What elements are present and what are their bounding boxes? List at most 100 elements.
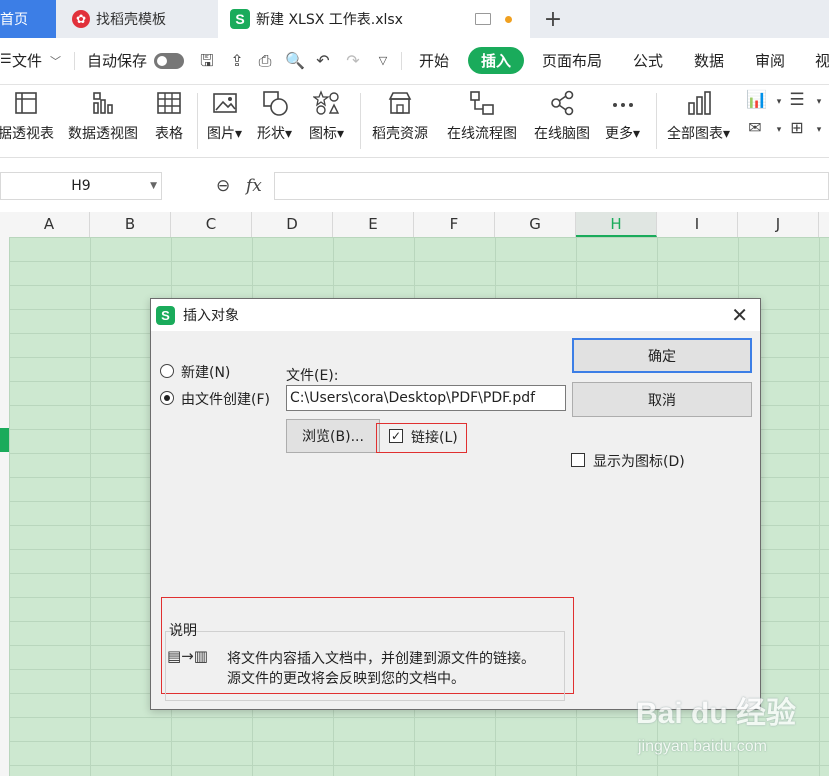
menu-file[interactable]: 文件 bbox=[12, 50, 42, 71]
formula-bar: H9 ▼ ⊖ fx bbox=[0, 168, 829, 206]
column-header-b[interactable]: B bbox=[90, 212, 171, 237]
combo-chart-icon[interactable]: ⊞ bbox=[788, 119, 806, 137]
divider bbox=[360, 93, 361, 149]
undo-icon[interactable]: ↶ bbox=[314, 52, 332, 70]
picture-label: 图片▾ bbox=[207, 126, 243, 142]
docer-resources-button[interactable]: 稻壳资源 bbox=[372, 89, 428, 143]
ok-button[interactable]: 确定 bbox=[572, 338, 752, 373]
link-label[interactable]: 链接(L) bbox=[411, 427, 458, 447]
description-line-2: 源文件的更改将会反映到您的文档中。 bbox=[227, 671, 465, 687]
ok-button-label: 确定 bbox=[648, 348, 676, 365]
table-button[interactable]: 表格 bbox=[155, 89, 183, 143]
fx-icon[interactable]: fx bbox=[246, 176, 262, 196]
link-file-icon: ▤→▥ bbox=[167, 647, 208, 665]
bar-chart-horizontal-icon[interactable]: ☰ bbox=[788, 91, 806, 109]
pivot-chart-button[interactable]: 数据透视图 bbox=[68, 89, 138, 143]
column-header-a[interactable]: A bbox=[9, 212, 90, 237]
column-header-h[interactable]: H bbox=[576, 212, 657, 237]
radio-from-file-label[interactable]: 由文件创建(F) bbox=[181, 389, 270, 409]
print-icon[interactable]: ⎙ bbox=[256, 52, 274, 70]
column-header-c[interactable]: C bbox=[171, 212, 252, 237]
column-header-f[interactable]: F bbox=[414, 212, 495, 237]
export-pdf-icon[interactable]: ⇪ bbox=[228, 52, 246, 70]
tab-file[interactable]: S 新建 XLSX 工作表.xlsx bbox=[218, 0, 530, 38]
formula-input[interactable] bbox=[274, 172, 829, 200]
cancel-button[interactable]: 取消 bbox=[572, 382, 752, 417]
print-preview-icon[interactable]: 🔍 bbox=[285, 52, 305, 70]
chevron-down-icon[interactable]: ﹀ bbox=[50, 53, 61, 69]
name-box[interactable]: H9 ▼ bbox=[0, 172, 162, 200]
link-checkbox[interactable]: ✓ bbox=[389, 429, 403, 443]
tab-template[interactable]: ✿ 找稻壳模板 bbox=[58, 0, 216, 38]
browse-button[interactable]: 浏览(B)... bbox=[286, 419, 380, 453]
chevron-down-icon[interactable]: ▾ bbox=[810, 121, 828, 139]
monitor-icon[interactable] bbox=[474, 13, 491, 25]
mindmap-icon bbox=[551, 90, 574, 116]
more-quick-icon[interactable]: ▽ bbox=[374, 52, 392, 70]
chevron-down-icon[interactable]: ▾ bbox=[770, 121, 788, 139]
icon-label: 图标▾ bbox=[309, 126, 345, 142]
icon-button[interactable]: 图标▾ bbox=[309, 89, 344, 143]
menu-page-layout[interactable]: 页面布局 bbox=[542, 50, 602, 71]
unsaved-dot-icon bbox=[504, 15, 512, 23]
column-header-g[interactable]: G bbox=[495, 212, 576, 237]
pivot-table-icon bbox=[15, 92, 37, 114]
column-header-i[interactable]: I bbox=[657, 212, 738, 237]
pivot-table-button[interactable]: 据透视表 bbox=[0, 89, 54, 143]
plus-icon: + bbox=[543, 6, 563, 32]
autosave-toggle[interactable] bbox=[154, 53, 184, 69]
all-charts-button[interactable]: 全部图表▾ bbox=[667, 89, 730, 143]
bar-chart-icon bbox=[687, 91, 711, 115]
radio-new[interactable] bbox=[160, 364, 174, 378]
column-header-j[interactable]: J bbox=[738, 212, 819, 237]
menu-review[interactable]: 审阅 bbox=[755, 50, 785, 71]
menu-insert[interactable]: 插入 bbox=[468, 47, 524, 74]
table-label: 表格 bbox=[155, 126, 183, 142]
online-flowchart-button[interactable]: 在线流程图 bbox=[447, 89, 517, 143]
menu-start[interactable]: 开始 bbox=[419, 50, 449, 71]
dialog-title: 插入对象 bbox=[183, 308, 239, 324]
envelope-chart-icon[interactable]: ✉ bbox=[746, 119, 764, 137]
menu-view[interactable]: 视 bbox=[815, 50, 829, 71]
tab-home-label: 首页 bbox=[0, 12, 28, 28]
pivot-chart-icon bbox=[93, 92, 113, 114]
hamburger-icon[interactable]: ☰ bbox=[0, 52, 12, 67]
description-line-1: 将文件内容插入文档中，并创建到源文件的链接。 bbox=[227, 651, 535, 667]
save-icon[interactable]: 🖫 bbox=[198, 52, 216, 70]
online-mindmap-button[interactable]: 在线脑图 bbox=[534, 89, 590, 143]
column-header-d[interactable]: D bbox=[252, 212, 333, 237]
display-as-icon-checkbox[interactable] bbox=[571, 453, 585, 467]
dialog-titlebar[interactable]: S 插入对象 ✕ bbox=[151, 299, 760, 331]
column-header-e[interactable]: E bbox=[333, 212, 414, 237]
display-as-icon-label[interactable]: 显示为图标(D) bbox=[593, 451, 685, 471]
new-tab-button[interactable]: + bbox=[540, 0, 566, 38]
file-path-input[interactable]: C:\Users\cora\Desktop\PDF\PDF.pdf bbox=[286, 385, 566, 411]
pivot-table-label: 据透视表 bbox=[0, 126, 54, 142]
column-chart-icon[interactable]: 📊 bbox=[746, 91, 767, 109]
radio-new-label[interactable]: 新建(N) bbox=[181, 362, 230, 382]
divider bbox=[656, 93, 657, 149]
insert-object-dialog: S 插入对象 ✕ 新建(N) 由文件创建(F) 文件(E): C:\Users\… bbox=[150, 298, 761, 710]
picture-button[interactable]: 图片▾ bbox=[207, 89, 242, 143]
tab-home[interactable]: 首页 bbox=[0, 0, 56, 38]
chevron-down-icon: ▼ bbox=[150, 181, 157, 191]
ribbon-insert: 据透视表 数据透视图 表格 图片▾ 形状▾ 图标▾ 稻壳资源 在线流程图 在线脑… bbox=[0, 85, 829, 158]
more-label: 更多▾ bbox=[605, 126, 641, 142]
tab-bar: 首页 ✿ 找稻壳模板 S 新建 XLSX 工作表.xlsx + bbox=[0, 0, 829, 38]
menu-bar: ☰ 文件 ﹀ 自动保存 🖫 ⇪ ⎙ 🔍 ↶ ↷ ▽ 开始 插入 页面布局 公式 … bbox=[0, 38, 829, 85]
more-button[interactable]: 更多▾ bbox=[605, 89, 640, 143]
menu-data[interactable]: 数据 bbox=[694, 50, 724, 71]
docer-logo-icon: ✿ bbox=[72, 10, 90, 28]
divider bbox=[74, 52, 75, 70]
chevron-down-icon[interactable]: ▾ bbox=[770, 93, 788, 111]
shape-button[interactable]: 形状▾ bbox=[257, 89, 292, 143]
store-icon bbox=[388, 92, 412, 114]
radio-from-file[interactable] bbox=[160, 391, 174, 405]
docer-resources-label: 稻壳资源 bbox=[372, 126, 428, 142]
close-icon[interactable]: ✕ bbox=[731, 303, 748, 327]
menu-formula[interactable]: 公式 bbox=[633, 50, 663, 71]
browse-button-label: 浏览(B)... bbox=[302, 429, 364, 445]
zoom-icon[interactable]: ⊖ bbox=[216, 176, 230, 196]
redo-icon[interactable]: ↷ bbox=[344, 52, 362, 70]
chevron-down-icon[interactable]: ▾ bbox=[810, 93, 828, 111]
